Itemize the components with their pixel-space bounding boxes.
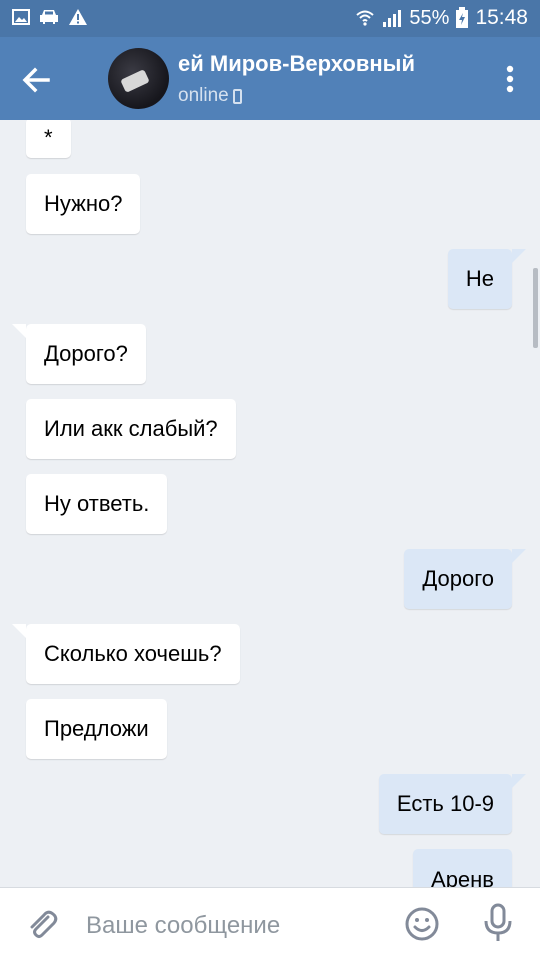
car-icon (40, 10, 58, 24)
back-arrow-icon[interactable] (18, 62, 54, 98)
contact-status: online (178, 85, 242, 107)
message-bubble-incoming[interactable]: Сколько хочешь? (12, 624, 240, 684)
message-text: Нужно? (44, 191, 123, 216)
signal-icon (383, 10, 402, 27)
message-text: Аренв (431, 867, 494, 887)
message-text: Есть 10-9 (396, 791, 494, 816)
message-bubble-incoming[interactable]: Нужно? (26, 174, 141, 234)
emoji-icon[interactable] (404, 906, 440, 942)
contact-name[interactable]: ей Миров-Верховный (178, 51, 478, 77)
warning-icon (69, 9, 87, 25)
clock: 15:48 (475, 6, 528, 29)
mic-icon[interactable] (480, 903, 516, 943)
message-text: * (44, 125, 53, 150)
message-bubble-outgoing[interactable]: Дорого (404, 549, 526, 609)
message-bubble-incoming[interactable]: Ну ответь. (26, 474, 168, 534)
online-status: online (178, 85, 229, 106)
more-vert-icon[interactable] (506, 65, 514, 93)
message-text: Ну ответь. (44, 491, 150, 516)
message-text: Или акк слабый? (44, 416, 218, 441)
message-bubble-outgoing[interactable]: Аренв (413, 849, 512, 887)
avatar[interactable] (108, 48, 169, 109)
message-list[interactable]: * Нужно? Не Дорого? Или акк слабый? Ну о… (0, 120, 540, 887)
message-bubble-incoming[interactable]: Дорого? (12, 324, 146, 384)
wifi-icon (356, 10, 375, 26)
attach-icon[interactable] (24, 907, 60, 943)
image-icon (12, 9, 30, 25)
chat-header: ей Миров-Верховный online (0, 37, 540, 120)
message-text: Сколько хочешь? (44, 641, 222, 666)
message-bubble-outgoing[interactable]: Не (447, 249, 527, 309)
mobile-icon (232, 88, 242, 104)
message-bubble-incoming[interactable]: * (26, 120, 71, 158)
message-bubble-incoming[interactable]: Предложи (26, 699, 167, 759)
battery-percent: 55% (409, 6, 450, 29)
message-input[interactable]: Ваше сообщение (86, 912, 280, 940)
message-text: Не (465, 266, 494, 291)
message-bubble-outgoing[interactable]: Есть 10-9 (378, 774, 527, 834)
message-bubble-incoming[interactable]: Или акк слабый? (26, 399, 236, 459)
message-text: Дорого (422, 566, 494, 591)
message-composer: Ваше сообщение (0, 887, 540, 960)
scrollbar[interactable] (533, 268, 538, 348)
message-text: Предложи (44, 716, 149, 741)
message-text: Дорого? (44, 341, 128, 366)
status-bar: 55% 15:48 (0, 0, 540, 37)
battery-charging-icon (456, 7, 469, 28)
